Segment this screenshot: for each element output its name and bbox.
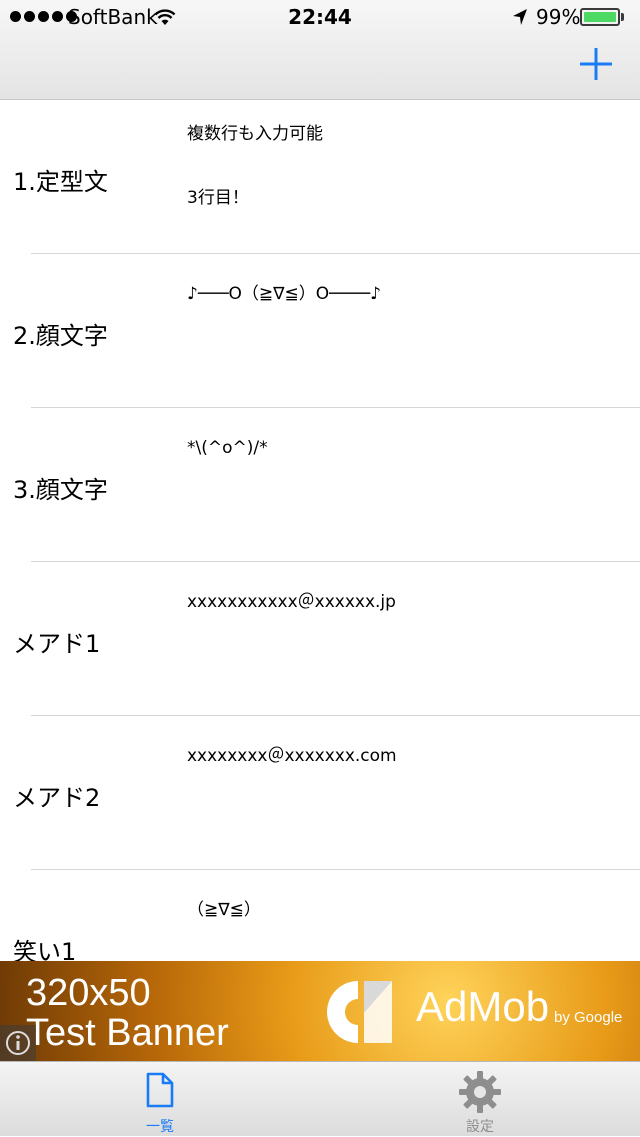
item-content: （≧∇≦）: [187, 900, 261, 920]
tab-list[interactable]: 一覧: [80, 1062, 240, 1137]
item-content: ♪───O（≧∇≦）O────♪: [187, 284, 381, 304]
item-content: *\(^o^)/*: [187, 438, 268, 458]
item-title: 1.定型文: [13, 168, 108, 196]
ad-size-text: 320x50: [26, 972, 151, 1014]
item-title: メアド1: [13, 630, 101, 658]
item-title: 笑い1: [13, 938, 77, 961]
item-content: xxxxxxxx＠xxxxxxx.com: [187, 746, 397, 766]
list-item[interactable]: 笑い1 （≧∇≦）: [0, 870, 640, 961]
list-item[interactable]: 3.顔文字 *\(^o^)/*: [0, 408, 640, 562]
info-icon: [6, 1031, 30, 1055]
ad-test-text: Test Banner: [26, 1012, 229, 1054]
tab-label: 設定: [466, 1119, 494, 1135]
admob-brand: AdMob: [416, 983, 550, 1030]
item-content: xxxxxxxxxxx＠xxxxxx.jp: [187, 592, 396, 612]
battery-percent: 99%: [536, 5, 581, 29]
item-title: 3.顔文字: [13, 476, 108, 504]
phrase-list: 1.定型文 複数行も入力可能 3行目！ 2.顔文字 ♪───O（≧∇≦）O───…: [0, 100, 640, 961]
item-title: メアド2: [13, 784, 101, 812]
add-button[interactable]: [576, 44, 616, 84]
document-icon: [146, 1072, 174, 1108]
list-item[interactable]: メアド1 xxxxxxxxxxx＠xxxxxx.jp: [0, 562, 640, 716]
top-bar: SoftBank 22:44 99%: [0, 0, 640, 100]
ad-banner[interactable]: 320x50 Test Banner AdMob by Google: [0, 961, 640, 1061]
tab-bar: 一覧 設定: [0, 1061, 640, 1136]
tab-settings[interactable]: 設定: [400, 1062, 560, 1137]
battery-tip: [621, 13, 624, 21]
list-item[interactable]: 2.顔文字 ♪───O（≧∇≦）O────♪: [0, 254, 640, 408]
item-title: 2.顔文字: [13, 322, 108, 350]
item-content: 複数行も入力可能 3行目！: [187, 124, 323, 208]
gear-icon: [459, 1071, 501, 1113]
admob-logo-icon: [327, 981, 392, 1043]
tab-label: 一覧: [146, 1119, 174, 1135]
list-item[interactable]: メアド2 xxxxxxxx＠xxxxxxx.com: [0, 716, 640, 870]
location-arrow-icon: [513, 9, 527, 25]
battery-icon: [580, 8, 620, 26]
by-google-text: by Google: [554, 1009, 623, 1026]
status-bar: SoftBank 22:44 99%: [0, 0, 640, 34]
list-item[interactable]: 1.定型文 複数行も入力可能 3行目！: [0, 100, 640, 254]
ad-info-button[interactable]: [0, 1025, 36, 1061]
plus-icon: [580, 48, 612, 80]
